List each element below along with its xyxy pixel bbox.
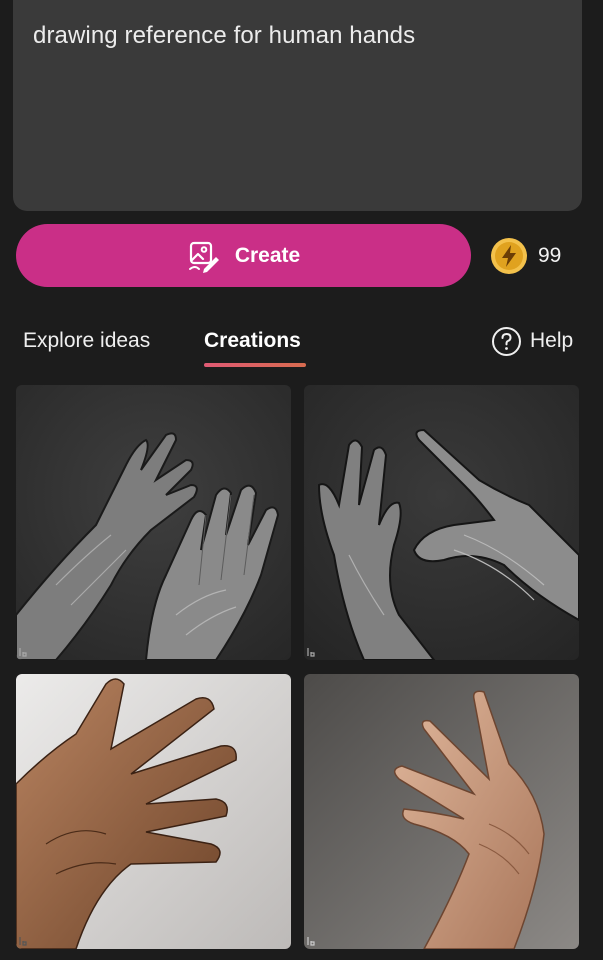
watermark-icon (306, 935, 318, 947)
creation-image-4[interactable] (304, 674, 579, 949)
lightning-coin-icon (490, 237, 528, 275)
watermark-icon (18, 646, 30, 658)
prompt-input[interactable]: drawing reference for human hands (13, 0, 582, 211)
image-edit-icon (187, 239, 221, 273)
app-screen: drawing reference for human hands Create… (0, 0, 603, 960)
help-label: Help (530, 329, 574, 352)
creation-image-3[interactable] (16, 674, 291, 949)
hand-photo-image (304, 674, 579, 949)
help-button[interactable]: Help (491, 325, 573, 357)
hands-sketch-image (16, 385, 291, 660)
watermark-icon (306, 646, 318, 658)
active-tab-indicator (204, 363, 306, 367)
hands-sketch-image (304, 385, 579, 660)
coin-count: 99 (538, 244, 562, 267)
create-button[interactable]: Create (16, 224, 471, 287)
question-circle-icon (491, 326, 522, 357)
coin-balance[interactable]: 99 (490, 237, 561, 275)
create-button-label: Create (234, 243, 301, 267)
creation-image-1[interactable] (16, 385, 291, 660)
tab-creations[interactable]: Creations (204, 327, 301, 355)
prompt-text: drawing reference for human hands (33, 22, 416, 49)
tab-explore-ideas[interactable]: Explore ideas (23, 327, 150, 355)
hand-photo-image (16, 674, 291, 949)
creation-image-2[interactable] (304, 385, 579, 660)
watermark-icon (18, 935, 30, 947)
